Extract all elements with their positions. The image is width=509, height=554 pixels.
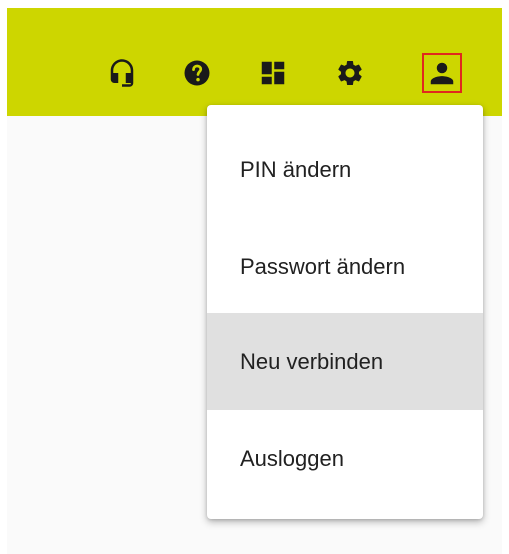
menu-item-change-password[interactable]: Passwort ändern — [207, 218, 483, 315]
help-icon[interactable] — [177, 53, 217, 93]
account-icon[interactable] — [422, 53, 462, 93]
menu-item-change-pin[interactable]: PIN ändern — [207, 121, 483, 218]
menu-item-reconnect[interactable]: Neu verbinden — [207, 313, 483, 410]
user-dropdown-menu: PIN ändern Passwort ändern Neu verbinden… — [207, 105, 483, 519]
window-edge — [0, 0, 7, 554]
dashboard-icon[interactable] — [253, 53, 293, 93]
menu-item-label: Neu verbinden — [240, 348, 384, 374]
headset-icon[interactable] — [102, 53, 142, 93]
menu-item-label: PIN ändern — [240, 156, 352, 182]
menu-item-label: Passwort ändern — [240, 253, 406, 279]
settings-icon[interactable] — [330, 53, 370, 93]
menu-item-label: Ausloggen — [240, 445, 344, 471]
app-frame: PIN ändern Passwort ändern Neu verbinden… — [0, 0, 509, 554]
menu-item-logout[interactable]: Ausloggen — [207, 410, 483, 507]
top-toolbar — [7, 8, 502, 116]
